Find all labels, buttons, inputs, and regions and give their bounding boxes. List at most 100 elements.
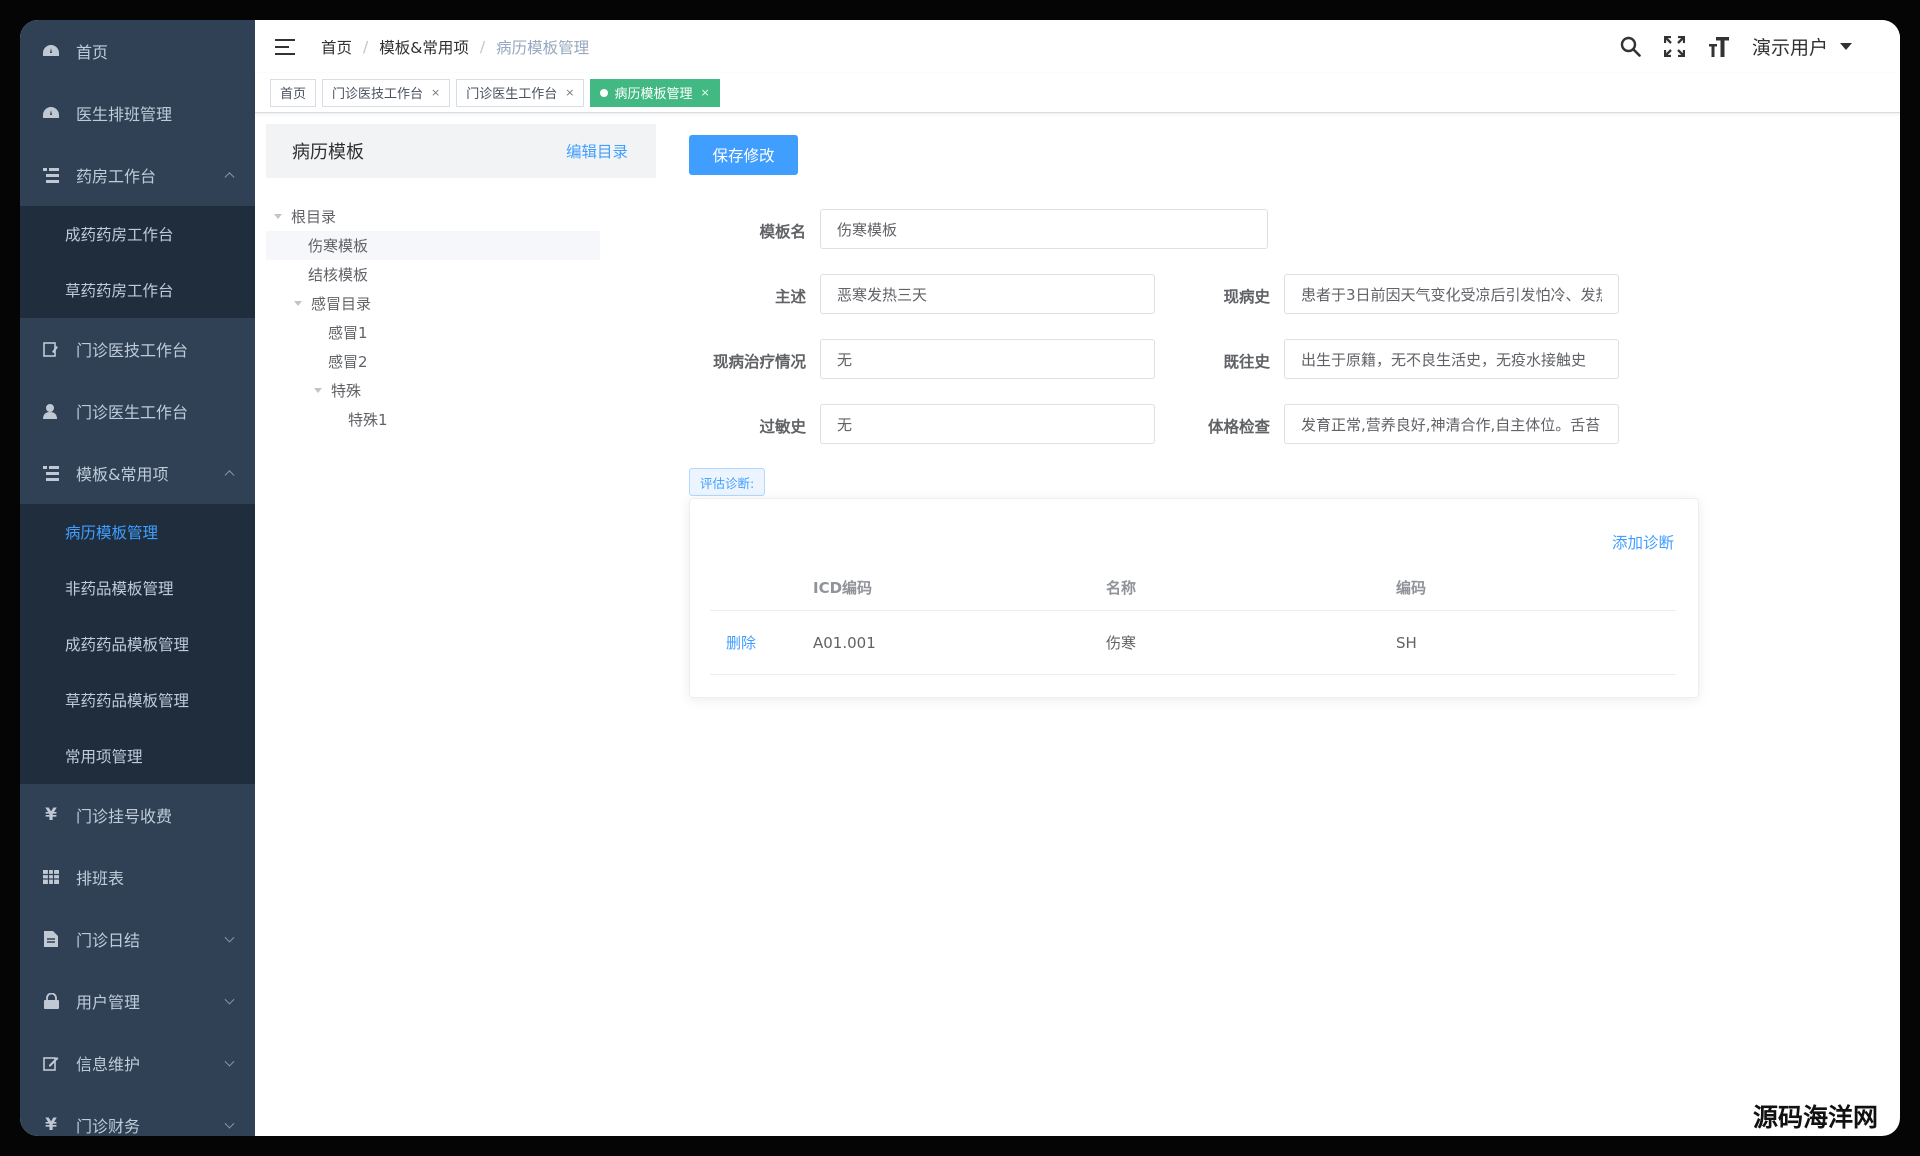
tree-node[interactable]: 感冒1 (266, 318, 600, 347)
chevron-up-icon (224, 172, 235, 183)
edit-icon (42, 1054, 60, 1072)
lock-icon (42, 992, 60, 1010)
tree-node-label: 感冒2 (328, 353, 368, 371)
tag-medtech-workbench[interactable]: 门诊医技工作台 × (322, 78, 451, 107)
delete-link[interactable]: 删除 (726, 634, 756, 652)
chevron-up-icon (224, 470, 235, 481)
edit-directory-link[interactable]: 编辑目录 (566, 140, 628, 162)
breadcrumb: 首页 / 模板&常用项 / 病历模板管理 (321, 36, 590, 58)
tag-label: 门诊医生工作台 (466, 87, 558, 102)
submenu-templates: 病历模板管理 非药品模板管理 成药药品模板管理 草药药品模板管理 常用项管理 (20, 504, 255, 784)
tag-label: 门诊医技工作台 (332, 87, 424, 102)
sidebar-subitem-record-template[interactable]: 病历模板管理 (20, 504, 255, 560)
hamburger-icon[interactable] (275, 38, 295, 55)
treatment-label: 现病治疗情况 (712, 353, 806, 371)
sidebar-subitem-common-items[interactable]: 常用项管理 (20, 728, 255, 784)
sidebar-subitem-patent-pharmacy[interactable]: 成药药房工作台 (20, 206, 255, 262)
sidebar-subitem-herbal-pharmacy[interactable]: 草药药房工作台 (20, 262, 255, 318)
sidebar-item-home[interactable]: 首页 (20, 20, 255, 82)
sidebar-subitem-herbal-drug-template[interactable]: 草药药品模板管理 (20, 672, 255, 728)
sidebar-item-info-maintenance[interactable]: 信息维护 (20, 1032, 255, 1094)
physical-exam-label: 体格检查 (1207, 418, 1270, 436)
sidebar-item-label: 门诊医生工作台 (76, 403, 189, 422)
chevron-down-icon (224, 1056, 235, 1067)
watermark: 源码海洋网 (1752, 1103, 1878, 1132)
clipboard-icon (42, 340, 60, 358)
present-illness-label: 现病史 (1223, 288, 1270, 306)
sidebar-item-pharmacy[interactable]: 药房工作台 (20, 144, 255, 206)
document-icon (42, 930, 60, 948)
sidebar-item-templates[interactable]: 模板&常用项 (20, 442, 255, 504)
sidebar-item-label: 门诊挂号收费 (76, 807, 173, 826)
chief-complaint-input[interactable] (820, 274, 1155, 314)
caret-down-icon[interactable] (274, 214, 282, 219)
tree-node[interactable]: 特殊1 (266, 405, 600, 434)
tree-list-icon (42, 166, 60, 184)
tree-node[interactable]: 伤寒模板 (266, 231, 600, 260)
tag-record-template[interactable]: 病历模板管理 × (590, 78, 720, 107)
tag-label: 病历模板管理 (614, 87, 693, 102)
column-header: ICD编码 (813, 579, 873, 597)
treatment-input[interactable] (820, 339, 1155, 379)
tree-list-icon (42, 464, 60, 482)
dashboard-icon (42, 104, 60, 122)
close-icon[interactable]: × (701, 86, 710, 99)
yen-icon: ¥ (45, 805, 57, 825)
sidebar-item-label: 用户管理 (76, 993, 141, 1012)
sidebar-item-label: 门诊医技工作台 (76, 341, 189, 360)
sidebar-item-label: 首页 (76, 43, 109, 62)
user-menu[interactable]: 演示用户 (1752, 33, 1852, 60)
sidebar-item-daily-settlement[interactable]: 门诊日结 (20, 908, 255, 970)
add-diagnosis-link[interactable]: 添加诊断 (1612, 531, 1674, 553)
caret-down-icon[interactable] (314, 388, 322, 393)
allergy-input[interactable] (820, 404, 1155, 444)
sidebar-item-label: 模板&常用项 (76, 465, 169, 484)
sidebar-item-doctor-schedule[interactable]: 医生排班管理 (20, 82, 255, 144)
tree-node[interactable]: 感冒目录 (266, 289, 600, 318)
sidebar-item-outpatient-finance[interactable]: ¥ 门诊财务 (20, 1094, 255, 1136)
past-history-input[interactable] (1284, 339, 1619, 379)
font-size-icon[interactable] (1708, 36, 1730, 58)
sidebar-subitem-nondrug-template[interactable]: 非药品模板管理 (20, 560, 255, 616)
tree-node[interactable]: 特殊 (266, 376, 600, 405)
template-tree-panel: 病历模板 编辑目录 根目录 伤寒模板 结核模板 感冒目录 感冒1 感冒2 特殊 … (266, 124, 656, 434)
active-dot-icon (600, 88, 609, 97)
search-icon[interactable] (1620, 36, 1642, 58)
past-history-label: 既往史 (1223, 353, 1270, 371)
template-name-input[interactable] (820, 209, 1268, 249)
sidebar-subitem-patent-drug-template[interactable]: 成药药品模板管理 (20, 616, 255, 672)
sidebar-item-medtech-workbench[interactable]: 门诊医技工作台 (20, 318, 255, 380)
sidebar-item-registration-fee[interactable]: ¥ 门诊挂号收费 (20, 784, 255, 846)
close-icon[interactable]: × (431, 86, 440, 99)
tree-node-label: 结核模板 (308, 266, 369, 284)
sidebar-item-label: 药房工作台 (76, 167, 157, 186)
table-icon (42, 868, 60, 886)
tree-node-label: 伤寒模板 (308, 237, 369, 255)
breadcrumb-templates[interactable]: 模板&常用项 (379, 36, 469, 58)
close-icon[interactable]: × (565, 86, 574, 99)
tags-view: 首页 门诊医技工作台 × 门诊医生工作台 × 病历模板管理 × (255, 73, 1900, 113)
navbar: 首页 / 模板&常用项 / 病历模板管理 演示用户 (255, 20, 1900, 73)
breadcrumb-home[interactable]: 首页 (321, 36, 352, 58)
tag-doctor-workbench[interactable]: 门诊医生工作台 × (456, 78, 585, 107)
present-illness-input[interactable] (1284, 274, 1619, 314)
fullscreen-icon[interactable] (1664, 36, 1686, 58)
tag-home[interactable]: 首页 (270, 78, 317, 107)
save-button[interactable]: 保存修改 (689, 135, 798, 175)
icd-cell: A01.001 (813, 633, 876, 652)
column-header: 编码 (1396, 579, 1427, 597)
sidebar-item-user-management[interactable]: 用户管理 (20, 970, 255, 1032)
user-name: 演示用户 (1751, 37, 1828, 59)
caret-down-icon[interactable] (294, 301, 302, 306)
table-row: 删除 A01.001 伤寒 SH (710, 611, 1676, 675)
physical-exam-input[interactable] (1284, 404, 1619, 444)
tree-node[interactable]: 结核模板 (266, 260, 600, 289)
sidebar-item-doctor-workbench[interactable]: 门诊医生工作台 (20, 380, 255, 442)
tree-node[interactable]: 感冒2 (266, 347, 600, 376)
sidebar-item-schedule-table[interactable]: 排班表 (20, 846, 255, 908)
sidebar-item-label: 门诊日结 (76, 931, 141, 950)
sidebar-item-label: 门诊财务 (76, 1117, 141, 1136)
tree-node[interactable]: 根目录 (266, 202, 600, 231)
tree-node-label: 根目录 (291, 208, 337, 226)
diagnosis-tag: 评估诊断: (689, 468, 766, 496)
